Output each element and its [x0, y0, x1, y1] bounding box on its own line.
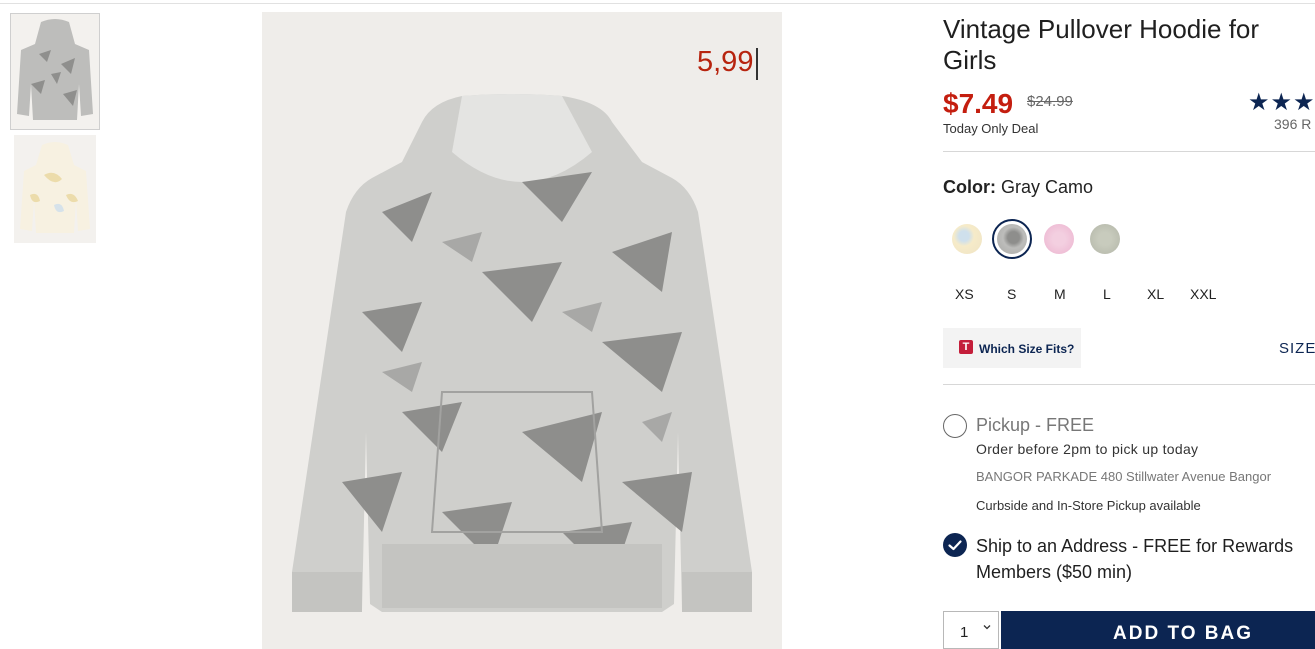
price-edit-overlay[interactable]: 5,99: [697, 46, 753, 79]
divider: [943, 151, 1315, 152]
deal-label: Today Only Deal: [943, 121, 1039, 136]
size-l[interactable]: L: [1103, 286, 1111, 302]
thumbnail-yellow-tie-dye[interactable]: [14, 135, 96, 243]
size-xxl[interactable]: XXL: [1190, 286, 1216, 302]
add-to-bag-button[interactable]: ADD TO BAG: [1001, 611, 1315, 649]
size-m[interactable]: M: [1054, 286, 1066, 302]
ship-to-address-option[interactable]: Ship to an Address - FREE for Rewards Me…: [976, 533, 1315, 585]
original-price: $24.99: [1027, 93, 1073, 110]
ship-checked-icon[interactable]: [943, 533, 967, 557]
product-main-image[interactable]: [262, 12, 782, 649]
review-count-link[interactable]: 396 R: [1274, 116, 1311, 132]
size-xs[interactable]: XS: [955, 286, 974, 302]
top-divider: [0, 3, 1315, 4]
swatch-yellow-tie-dye[interactable]: [952, 224, 982, 254]
quantity-value: 1: [960, 624, 969, 641]
size-chart-link[interactable]: SIZE: [1279, 340, 1315, 357]
product-title: Vintage Pullover Hoodie for Girls: [943, 14, 1260, 75]
chevron-down-icon: [982, 622, 992, 635]
size-xl[interactable]: XL: [1147, 286, 1164, 302]
ship-line-1: Ship to an Address - FREE for Rewards: [976, 536, 1294, 556]
pickup-title[interactable]: Pickup - FREE: [976, 415, 1094, 436]
color-selected-value: Gray Camo: [1001, 177, 1094, 197]
ship-line-2: Members ($50 min): [976, 562, 1133, 582]
rating-stars[interactable]: ★★★: [1248, 88, 1315, 117]
which-size-fits-label: Which Size Fits?: [979, 342, 1075, 356]
which-size-fits-button[interactable]: T Which Size Fits?: [943, 328, 1081, 368]
text-caret: [756, 48, 758, 80]
sale-price: $7.49: [943, 88, 1014, 119]
size-s[interactable]: S: [1007, 286, 1016, 302]
swatch-green-camo[interactable]: [1090, 224, 1120, 254]
color-label: Color: Gray Camo: [943, 177, 1093, 198]
size-fit-badge-icon: T: [959, 340, 973, 354]
thumbnail-gray-camo[interactable]: [10, 13, 100, 130]
store-address[interactable]: BANGOR PARKADE 480 Stillwater Avenue Ban…: [976, 469, 1271, 484]
add-to-bag-label: ADD TO BAG: [1113, 623, 1253, 644]
color-label-prefix: Color:: [943, 177, 996, 197]
pickup-subtitle: Order before 2pm to pick up today: [976, 441, 1199, 457]
swatch-pink-tie-dye[interactable]: [1044, 224, 1074, 254]
pickup-radio[interactable]: [943, 414, 967, 438]
quantity-select[interactable]: 1: [943, 611, 999, 649]
curbside-note: Curbside and In-Store Pickup available: [976, 498, 1201, 513]
swatch-gray-camo[interactable]: [997, 224, 1027, 254]
divider: [943, 384, 1315, 385]
